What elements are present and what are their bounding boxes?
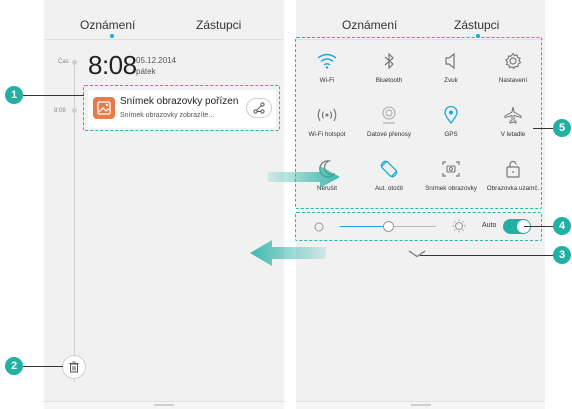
callout-2: 2 bbox=[5, 357, 23, 375]
chevron-down-icon[interactable] bbox=[408, 250, 426, 258]
clock-day: pátek bbox=[136, 67, 156, 76]
active-tab-indicator bbox=[110, 34, 114, 38]
timeline-dot bbox=[72, 108, 77, 113]
notification-panel: Oznámení Zástupci Čas 8:08 8:08 05.12.20… bbox=[44, 0, 284, 409]
tab-bar: Oznámení Zástupci bbox=[44, 0, 284, 40]
callout-2-leader bbox=[23, 366, 63, 367]
callout-5: 5 bbox=[553, 119, 571, 137]
timeline-entry-time: 8:08 bbox=[54, 108, 66, 114]
notification-highlight-box bbox=[83, 85, 280, 131]
callout-3-leader bbox=[420, 255, 553, 256]
brightness-highlight-box bbox=[295, 212, 542, 241]
swipe-left-arrow-icon bbox=[250, 240, 326, 266]
callout-1-leader bbox=[23, 95, 84, 96]
tab-shortcuts[interactable]: Zástupci bbox=[196, 18, 241, 32]
callout-4: 4 bbox=[553, 217, 571, 235]
callout-1: 1 bbox=[5, 86, 23, 104]
timeline-dot bbox=[72, 60, 77, 65]
trash-icon bbox=[69, 361, 79, 373]
clock-date: 05.12.2014 bbox=[136, 56, 177, 65]
tab-shortcuts[interactable]: Zástupci bbox=[454, 18, 499, 32]
callout-5-leader bbox=[533, 128, 553, 129]
tab-notifications[interactable]: Oznámení bbox=[80, 18, 135, 32]
home-bar bbox=[296, 401, 545, 409]
callout-3: 3 bbox=[553, 246, 571, 264]
swipe-right-arrow-icon bbox=[268, 166, 340, 188]
tab-bar: Oznámení Zástupci bbox=[296, 0, 545, 40]
home-handle[interactable] bbox=[154, 404, 174, 406]
callout-4-leader bbox=[524, 226, 553, 227]
timeline-label: Čas bbox=[58, 59, 69, 65]
tab-notifications[interactable]: Oznámení bbox=[342, 18, 397, 32]
clear-all-button[interactable] bbox=[62, 355, 86, 379]
home-handle[interactable] bbox=[410, 404, 431, 406]
clock-time: 8:08 bbox=[88, 50, 137, 80]
home-bar bbox=[44, 401, 284, 409]
